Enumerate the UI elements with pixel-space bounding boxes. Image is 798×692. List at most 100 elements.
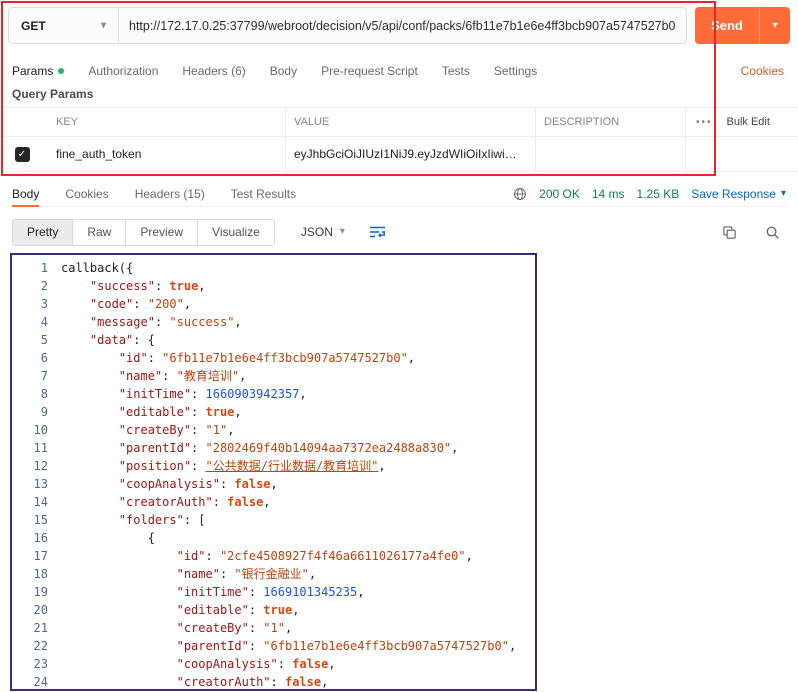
code-line: "parentId": "2802469f40b14094aa7372ea248… xyxy=(118,441,459,455)
wrap-lines-icon[interactable] xyxy=(369,225,386,239)
row-checkbox-cell: ✓ xyxy=(0,146,44,162)
tab-authorization[interactable]: Authorization xyxy=(88,64,158,78)
chevron-down-icon: ▾ xyxy=(780,188,786,199)
save-response-label: Save Response xyxy=(691,187,776,201)
line-number: 21 xyxy=(33,621,48,635)
save-response-button[interactable]: Save Response ▾ xyxy=(691,187,786,201)
line-number: 18 xyxy=(33,567,48,581)
line-number: 1 xyxy=(40,261,48,275)
request-tabs: Params Authorization Headers (6) Body Pr… xyxy=(12,60,784,82)
view-tab-raw[interactable]: Raw xyxy=(73,219,127,245)
bulk-edit-button[interactable]: Bulk Edit xyxy=(727,116,770,128)
send-button[interactable]: Send xyxy=(695,7,759,44)
chevron-down-icon: ▾ xyxy=(339,226,345,237)
code-line: "createBy": "1", xyxy=(176,621,293,635)
response-body-viewer[interactable]: 1 2 3 4 5 6 7 8 9 10 11 12 13 14 15 16 17 18 19 20 21 22 23 24 … xyxy=(10,253,537,691)
code-line: "editable": true, xyxy=(118,405,242,419)
search-icon[interactable] xyxy=(765,225,780,240)
line-number: 13 xyxy=(33,477,48,491)
code-line: "id": "6fb11e7b1e6e4ff3bcb907a5747527b0"… xyxy=(118,351,416,365)
status-badge: 200 OK xyxy=(539,187,580,201)
code-line: "name": "教育培训", xyxy=(118,369,247,383)
response-tab-body[interactable]: Body xyxy=(12,182,40,207)
code-line: "initTime": 1660903942357, xyxy=(118,387,307,401)
code-line: "folders": [ xyxy=(118,513,206,527)
line-number: 15 xyxy=(33,513,48,527)
tab-params-label: Params xyxy=(12,64,54,78)
cookies-link[interactable]: Cookies xyxy=(741,64,784,78)
line-number: 7 xyxy=(40,369,48,383)
method-dropdown[interactable]: GET ▾ xyxy=(9,8,119,43)
more-options-icon[interactable]: ••• xyxy=(696,117,713,128)
line-number: 17 xyxy=(33,549,48,563)
line-number: 3 xyxy=(40,297,48,311)
code-line: "coopAnalysis": false, xyxy=(118,477,278,491)
tab-params[interactable]: Params xyxy=(12,64,65,78)
param-value-field[interactable]: eyJhbGciOiJIUzI1NiJ9.eyJzdWIiOiIxIiwi… xyxy=(285,137,535,171)
code-line: "success": true, xyxy=(89,279,206,293)
send-button-group: Send ▾ xyxy=(695,7,790,44)
tab-pre-request-script[interactable]: Pre-request Script xyxy=(321,64,418,78)
query-param-row: ✓ fine_auth_token eyJhbGciOiJIUzI1NiJ9.e… xyxy=(0,137,798,172)
column-header-value: VALUE xyxy=(285,108,535,136)
code-line: "editable": true, xyxy=(176,603,300,617)
view-tab-pretty[interactable]: Pretty xyxy=(13,219,74,245)
url-bar: GET ▾ http://172.17.0.25:37799/webroot/d… xyxy=(8,7,687,44)
view-tab-preview[interactable]: Preview xyxy=(126,219,199,245)
code-line: { xyxy=(61,531,155,545)
response-size: 1.25 KB xyxy=(636,187,680,201)
send-options-button[interactable]: ▾ xyxy=(759,7,790,44)
method-label: GET xyxy=(21,18,46,33)
view-tab-visualize[interactable]: Visualize xyxy=(198,219,274,245)
tab-headers[interactable]: Headers (6) xyxy=(182,64,245,78)
response-time: 14 ms xyxy=(591,187,625,201)
line-number: 9 xyxy=(40,405,48,419)
code-line: "name": "银行金融业", xyxy=(176,567,317,581)
globe-icon xyxy=(513,187,527,201)
query-params-table: KEY VALUE DESCRIPTION ••• Bulk Edit ✓ fi… xyxy=(0,107,798,172)
param-key-field[interactable]: fine_auth_token xyxy=(44,147,285,161)
line-number: 20 xyxy=(33,603,48,617)
param-value-text: eyJhbGciOiJIUzI1NiJ9.eyJzdWIiOiIxIiwi… xyxy=(294,147,517,161)
line-number: 19 xyxy=(33,585,48,599)
line-number: 11 xyxy=(33,441,48,455)
code-line: "position": "公共数据/行业数据/教育培训", xyxy=(118,459,386,473)
url-input[interactable]: http://172.17.0.25:37799/webroot/decisio… xyxy=(119,8,686,43)
tab-settings[interactable]: Settings xyxy=(494,64,537,78)
code-line: "parentId": "6fb11e7b1e6e4ff3bcb907a5747… xyxy=(176,639,517,653)
format-dropdown[interactable]: JSON ▾ xyxy=(301,225,345,239)
row-checkbox[interactable]: ✓ xyxy=(14,146,30,162)
line-number-gutter: 1 2 3 4 5 6 7 8 9 10 11 12 13 14 15 16 17 18 19 20 21 22 23 24 xyxy=(12,259,48,689)
line-number: 2 xyxy=(40,279,48,293)
line-number: 4 xyxy=(40,315,48,329)
params-active-dot-icon xyxy=(58,68,65,74)
code-line: "data": { xyxy=(89,333,155,347)
chevron-down-icon: ▾ xyxy=(772,20,778,31)
response-tab-cookies[interactable]: Cookies xyxy=(65,182,108,207)
line-number: 16 xyxy=(33,531,48,545)
line-number: 8 xyxy=(40,387,48,401)
response-tab-headers[interactable]: Headers (15) xyxy=(135,182,205,207)
code-line: "code": "200", xyxy=(89,297,192,311)
request-url-row: GET ▾ http://172.17.0.25:37799/webroot/d… xyxy=(8,7,790,44)
view-mode-segmented-control: Pretty Raw Preview Visualize xyxy=(12,218,275,246)
line-number: 6 xyxy=(40,351,48,365)
code-line: "initTime": 1669101345235, xyxy=(176,585,365,599)
query-params-header-row: KEY VALUE DESCRIPTION ••• Bulk Edit xyxy=(0,107,798,137)
tab-tests[interactable]: Tests xyxy=(442,64,470,78)
query-params-title: Query Params xyxy=(12,87,94,101)
param-description-field[interactable] xyxy=(535,137,685,171)
response-view-toolbar: Pretty Raw Preview Visualize JSON ▾ xyxy=(12,217,786,247)
code-line: "creatorAuth": false, xyxy=(118,495,271,509)
line-number: 22 xyxy=(33,639,48,653)
tab-body[interactable]: Body xyxy=(270,64,297,78)
line-number: 5 xyxy=(40,333,48,347)
code-line: "message": "success", xyxy=(89,315,242,329)
line-number: 12 xyxy=(33,459,48,473)
copy-icon[interactable] xyxy=(722,225,737,240)
code-line: callback({ xyxy=(61,261,134,275)
code-line: "id": "2cfe4508927f4f46a6611026177a4fe0"… xyxy=(176,549,473,563)
chevron-down-icon: ▾ xyxy=(100,19,106,31)
response-tab-test-results[interactable]: Test Results xyxy=(231,182,296,207)
code-line: "creatorAuth": false, xyxy=(176,675,329,689)
